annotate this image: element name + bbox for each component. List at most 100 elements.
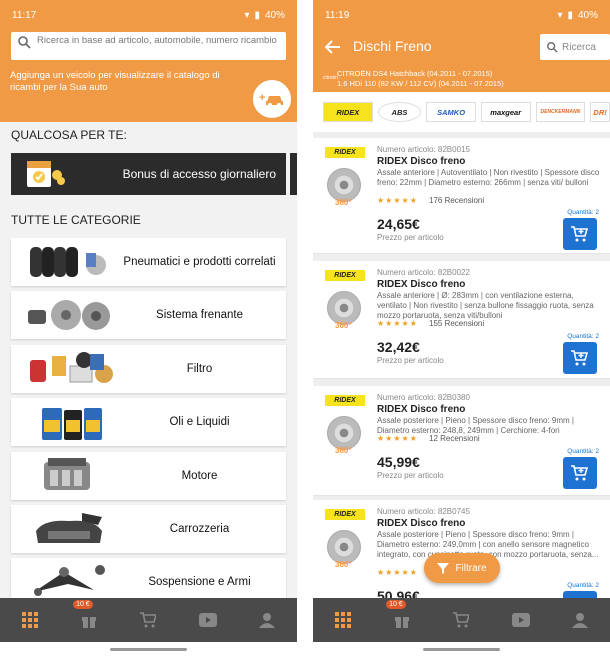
- price-per-item: Prezzo per articolo: [377, 356, 444, 365]
- home-screen: 11:17 ▾ ▮ 40% Ricerca in base ad articol…: [0, 0, 297, 657]
- rotate-360-icon[interactable]: 360°: [335, 198, 352, 207]
- nav-catalog[interactable]: [18, 608, 42, 632]
- price-per-item: Prezzo per articolo: [377, 471, 444, 480]
- nav-cart[interactable]: [449, 608, 473, 632]
- cart-icon: [453, 612, 470, 628]
- rating-stars: ★★★★★: [377, 319, 418, 328]
- section-title-for-you: QUALCOSA PER TE:: [11, 128, 127, 142]
- daily-bonus-banner[interactable]: Bonus di accesso giornaliero: [11, 153, 286, 195]
- tires-icon: [19, 242, 119, 282]
- rating-stars: ★★★★★: [377, 196, 418, 205]
- search-input[interactable]: Ricerca in base ad articolo, automobile,…: [11, 32, 286, 60]
- brand-samko[interactable]: SAMKO: [426, 102, 476, 122]
- nav-cart[interactable]: [136, 608, 160, 632]
- ridex-logo: RIDEX: [325, 509, 365, 520]
- rotate-360-icon[interactable]: 360°: [335, 446, 352, 455]
- gift-icon: [82, 617, 97, 628]
- brake-disc-image[interactable]: [327, 530, 361, 564]
- rating-stars: ★★★★★: [377, 434, 418, 443]
- add-car-icon: +: [259, 92, 283, 107]
- product-card[interactable]: RIDEX 360° Numero articolo: 82B0380 RIDE…: [313, 386, 610, 496]
- brake-disc-image[interactable]: [327, 416, 361, 450]
- page-title: Dischi Freno: [353, 38, 432, 54]
- category-brakes[interactable]: Sistema frenante: [11, 291, 286, 339]
- nav-video[interactable]: [196, 608, 220, 632]
- add-cart-icon: [571, 226, 589, 242]
- product-name[interactable]: RIDEX Disco freno: [377, 156, 465, 167]
- price: 32,42€: [377, 339, 420, 355]
- search-button[interactable]: Ricerca: [540, 34, 610, 60]
- search-icon: [547, 42, 558, 53]
- add-vehicle-button[interactable]: +: [250, 77, 294, 121]
- gesture-handle[interactable]: [110, 648, 187, 651]
- article-number: Numero articolo: 82B0022: [377, 268, 470, 277]
- rotate-360-icon[interactable]: 360°: [335, 321, 352, 330]
- category-filter[interactable]: Filtro: [11, 345, 286, 393]
- status-bar: 11:19 ▾ ▮ 40%: [313, 0, 610, 30]
- status-icons: ▾ ▮ 40%: [557, 10, 598, 21]
- search-icon: [18, 36, 31, 49]
- next-banner-peek[interactable]: [290, 153, 297, 195]
- category-engine[interactable]: Motore: [11, 452, 286, 500]
- quantity-label: Quantità: 2: [567, 448, 599, 455]
- review-count[interactable]: 176 Recensioni: [429, 196, 484, 205]
- rating-stars: ★★★★★: [377, 568, 418, 577]
- rotate-360-icon[interactable]: 360°: [335, 560, 352, 569]
- add-to-cart-button[interactable]: [563, 342, 597, 374]
- status-icons: ▾ ▮ 40%: [244, 10, 285, 21]
- brand-denckermann[interactable]: DENCKERMANN: [535, 102, 586, 122]
- category-tires[interactable]: Pneumatici e prodotti correlati: [11, 238, 286, 286]
- selected-vehicle[interactable]: citroën CITROËN DS4 Hatchback (04.2011 -…: [323, 69, 504, 89]
- brand-abs[interactable]: ABS: [377, 102, 422, 122]
- article-number: Numero articolo: 82B0745: [377, 507, 470, 516]
- citroen-logo: citroën: [323, 75, 339, 81]
- brake-disc-image[interactable]: [327, 291, 361, 325]
- brand-ridex[interactable]: RIDEX: [323, 102, 373, 122]
- calendar-icon: [27, 161, 65, 187]
- price: 24,65€: [377, 216, 420, 232]
- product-list-screen: 11:19 ▾ ▮ 40% Dischi Freno Ricerca citro…: [313, 0, 610, 657]
- review-count[interactable]: 155 Recensioni: [429, 319, 484, 328]
- nav-account[interactable]: [568, 608, 592, 632]
- status-time: 11:17: [12, 9, 37, 21]
- status-time: 11:19: [325, 9, 350, 21]
- cart-icon: [140, 612, 157, 628]
- ridex-logo: RIDEX: [325, 395, 365, 406]
- add-to-cart-button[interactable]: [563, 218, 597, 250]
- ridex-logo: RIDEX: [325, 147, 365, 158]
- nav-catalog[interactable]: [331, 608, 355, 632]
- product-name[interactable]: RIDEX Disco freno: [377, 404, 465, 415]
- brand-maxgear[interactable]: maxgear: [480, 102, 531, 122]
- wifi-icon: ▾: [557, 9, 563, 21]
- category-bodywork[interactable]: Carrozzeria: [11, 505, 286, 553]
- category-oils[interactable]: Oli e Liquidi: [11, 398, 286, 446]
- back-arrow-icon[interactable]: [325, 40, 341, 54]
- review-count[interactable]: 12 Recensioni: [429, 434, 480, 443]
- promo-text: Aggiunga un veicolo per visualizzare il …: [10, 70, 220, 93]
- product-name[interactable]: RIDEX Disco freno: [377, 279, 465, 290]
- filter-button[interactable]: Filtrare: [424, 553, 500, 583]
- search-placeholder: Ricerca in base ad articolo, automobile,…: [37, 35, 277, 46]
- suspension-icon: [19, 562, 119, 602]
- gift-icon: [395, 617, 410, 628]
- gesture-handle[interactable]: [423, 648, 500, 651]
- bottom-nav: 10 €: [313, 598, 610, 642]
- engine-icon: [19, 456, 119, 496]
- add-to-cart-button[interactable]: [563, 457, 597, 489]
- battery-icon: ▮: [254, 9, 260, 21]
- brakes-icon: [19, 295, 119, 335]
- status-bar: 11:17 ▾ ▮ 40%: [0, 0, 297, 30]
- ridex-logo: RIDEX: [325, 270, 365, 281]
- brake-disc-image[interactable]: [327, 168, 361, 202]
- product-card[interactable]: RIDEX 360° Numero articolo: 82B0015 RIDE…: [313, 138, 610, 254]
- category-label: Sistema frenante: [156, 309, 243, 321]
- nav-video[interactable]: [509, 608, 533, 632]
- nav-bonus[interactable]: 10 €: [73, 600, 101, 632]
- brand-dr[interactable]: DR!: [590, 102, 610, 122]
- nav-bonus[interactable]: 10 €: [386, 600, 414, 632]
- product-name[interactable]: RIDEX Disco freno: [377, 518, 465, 529]
- nav-account[interactable]: [255, 608, 279, 632]
- battery-level: 40%: [264, 9, 285, 21]
- product-card[interactable]: RIDEX 360° Numero articolo: 82B0022 RIDE…: [313, 261, 610, 379]
- section-title-categories: TUTTE LE CATEGORIE: [11, 213, 141, 227]
